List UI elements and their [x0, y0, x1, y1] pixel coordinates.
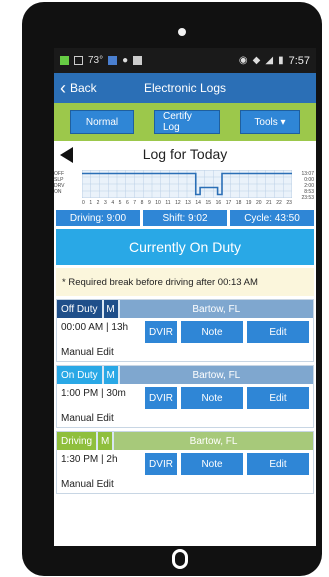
graph-hour-tick: 14	[195, 200, 201, 206]
break-notice: * Required break before driving after 00…	[56, 268, 314, 296]
graph-grid	[82, 170, 292, 198]
entry-time: 00:00 AM | 13h	[61, 322, 129, 333]
app-bar: ‹ Back Electronic Logs	[54, 73, 316, 103]
graph-total-sum: 23:53	[301, 195, 314, 201]
log-entry-body: 1:30 PM | 2h DVIR Note Edit	[57, 450, 313, 477]
camera-icon	[178, 28, 186, 36]
toolbar: Normal Certify Log Tools ▾	[54, 103, 316, 141]
chevron-left-icon: ‹	[60, 78, 66, 98]
wifi-icon: ◆	[252, 55, 261, 66]
note-button[interactable]: Note	[181, 387, 243, 409]
log-entry-body: 00:00 AM | 13h DVIR Note Edit	[57, 318, 313, 345]
graph-hour-tick: 15	[205, 200, 212, 206]
graph-hour-tick: 2	[96, 200, 100, 206]
graph-hour-tick: 21	[266, 200, 272, 206]
log-entry-header: Driving M Bartow, FL	[57, 432, 313, 450]
entry-time: 1:30 PM | 2h	[61, 454, 118, 465]
edit-button[interactable]: Edit	[247, 321, 309, 343]
graph-hour-tick: 11	[165, 200, 171, 206]
graph-hour-tick: 12	[175, 200, 181, 206]
manual-edit-label: Manual Edit	[61, 413, 114, 424]
log-entry: Off Duty M Bartow, FL 00:00 AM | 13h DVI…	[56, 299, 314, 362]
location: Bartow, FL	[114, 432, 313, 450]
log-entry: Driving M Bartow, FL 1:30 PM | 2h DVIR N…	[56, 431, 314, 494]
back-label: Back	[70, 81, 97, 95]
status-bar: 73° ● ◉ ◆ ◢ ▮ 7:57	[54, 48, 316, 73]
graph-totals: 13:07 0:00 2:00 8:53 23:53	[301, 171, 314, 201]
previous-day-arrow-icon[interactable]	[60, 147, 73, 163]
graph-hour-tick: 17	[225, 200, 232, 206]
graph-hour-tick: 9	[147, 200, 151, 206]
log-header: Log for Today	[54, 141, 316, 167]
hours-summary: Driving: 9:00 Shift: 9:02 Cycle: 43:50	[54, 210, 316, 226]
graph-hour-tick: 13	[185, 200, 191, 206]
gps-icon: ◉	[238, 55, 248, 66]
screen: 73° ● ◉ ◆ ◢ ▮ 7:57 ‹ Back Electronic Log…	[54, 48, 316, 546]
cycle-hours: Cycle: 43:50	[230, 210, 314, 226]
note-button[interactable]: Note	[181, 321, 243, 343]
shift-hours: Shift: 9:02	[143, 210, 227, 226]
dvir-button[interactable]: DVIR	[145, 387, 177, 409]
graph-hour-tick: 1	[89, 200, 93, 206]
graph-hour-tick: 7	[133, 200, 137, 206]
graph-hour-tick: 10	[155, 200, 161, 206]
log-title: Log for Today	[142, 146, 228, 162]
manual-badge: M	[98, 432, 113, 450]
graph-hour-tick: 22	[276, 200, 282, 206]
graph-hour-tick: 0	[82, 200, 85, 206]
clock: 7:57	[288, 54, 310, 67]
manual-badge: M	[103, 300, 118, 318]
driving-hours: Driving: 9:00	[56, 210, 140, 226]
manual-badge: M	[103, 366, 118, 384]
android-icon: ●	[122, 55, 129, 66]
graph-hour-tick: 4	[111, 200, 115, 206]
app-icon	[108, 56, 118, 65]
log-entry-header: Off Duty M Bartow, FL	[57, 300, 313, 318]
graph-hour-tick: 5	[118, 200, 122, 206]
graph-hour-tick: 3	[103, 200, 107, 206]
signal-icon: ◢	[265, 55, 274, 66]
graph-row-label-on: ON	[54, 189, 62, 195]
dvir-button[interactable]: DVIR	[145, 321, 177, 343]
graph-hour-tick: 16	[215, 200, 222, 206]
current-status-banner[interactable]: Currently On Duty	[56, 229, 314, 265]
graph-row-labels: OFF SLP DRV ON	[54, 171, 64, 195]
battery-icon: ▮	[278, 55, 284, 66]
graph-hour-tick: 18	[235, 200, 242, 206]
home-button[interactable]	[172, 549, 188, 569]
back-button[interactable]: ‹ Back	[60, 79, 97, 97]
image-icon	[133, 56, 143, 65]
normal-button[interactable]: Normal	[70, 110, 134, 134]
status-tag: Off Duty	[57, 300, 102, 318]
duty-status-graph: OFF SLP DRV ON 0 1 2 3 4 5 6 7 8 9 10 11 12 13 14 15 16 1…	[54, 167, 316, 209]
tools-dropdown-button[interactable]: Tools ▾	[240, 110, 300, 134]
log-entry-body: 1:00 PM | 30m DVIR Note Edit	[57, 384, 313, 411]
edit-button[interactable]: Edit	[247, 387, 309, 409]
location: Bartow, FL	[119, 300, 313, 318]
notification-icon	[60, 56, 69, 65]
note-button[interactable]: Note	[181, 453, 243, 475]
graph-hour-tick: 19	[245, 200, 252, 206]
log-entry: On Duty M Bartow, FL 1:00 PM | 30m DVIR …	[56, 365, 314, 428]
graph-hour-tick: 6	[125, 200, 129, 206]
location: Bartow, FL	[119, 366, 313, 384]
graph-hour-tick: 20	[256, 200, 262, 206]
edit-button[interactable]: Edit	[247, 453, 309, 475]
dvir-button[interactable]: DVIR	[145, 453, 177, 475]
entry-time: 1:00 PM | 30m	[61, 388, 126, 399]
graph-hour-ticks: 0 1 2 3 4 5 6 7 8 9 10 11 12 13 14 15 16 17 18 19 20 21 22 23	[82, 200, 292, 206]
status-tag: On Duty	[57, 366, 102, 384]
manual-edit-label: Manual Edit	[61, 479, 114, 490]
status-tag: Driving	[57, 432, 97, 450]
graph-hour-tick: 8	[140, 200, 144, 206]
log-entry-header: On Duty M Bartow, FL	[57, 366, 313, 384]
temperature: 73°	[88, 55, 104, 66]
screen-icon	[74, 56, 83, 65]
graph-hour-tick: 23	[286, 200, 292, 206]
certify-log-button[interactable]: Certify Log	[154, 110, 220, 134]
manual-edit-label: Manual Edit	[61, 347, 114, 358]
